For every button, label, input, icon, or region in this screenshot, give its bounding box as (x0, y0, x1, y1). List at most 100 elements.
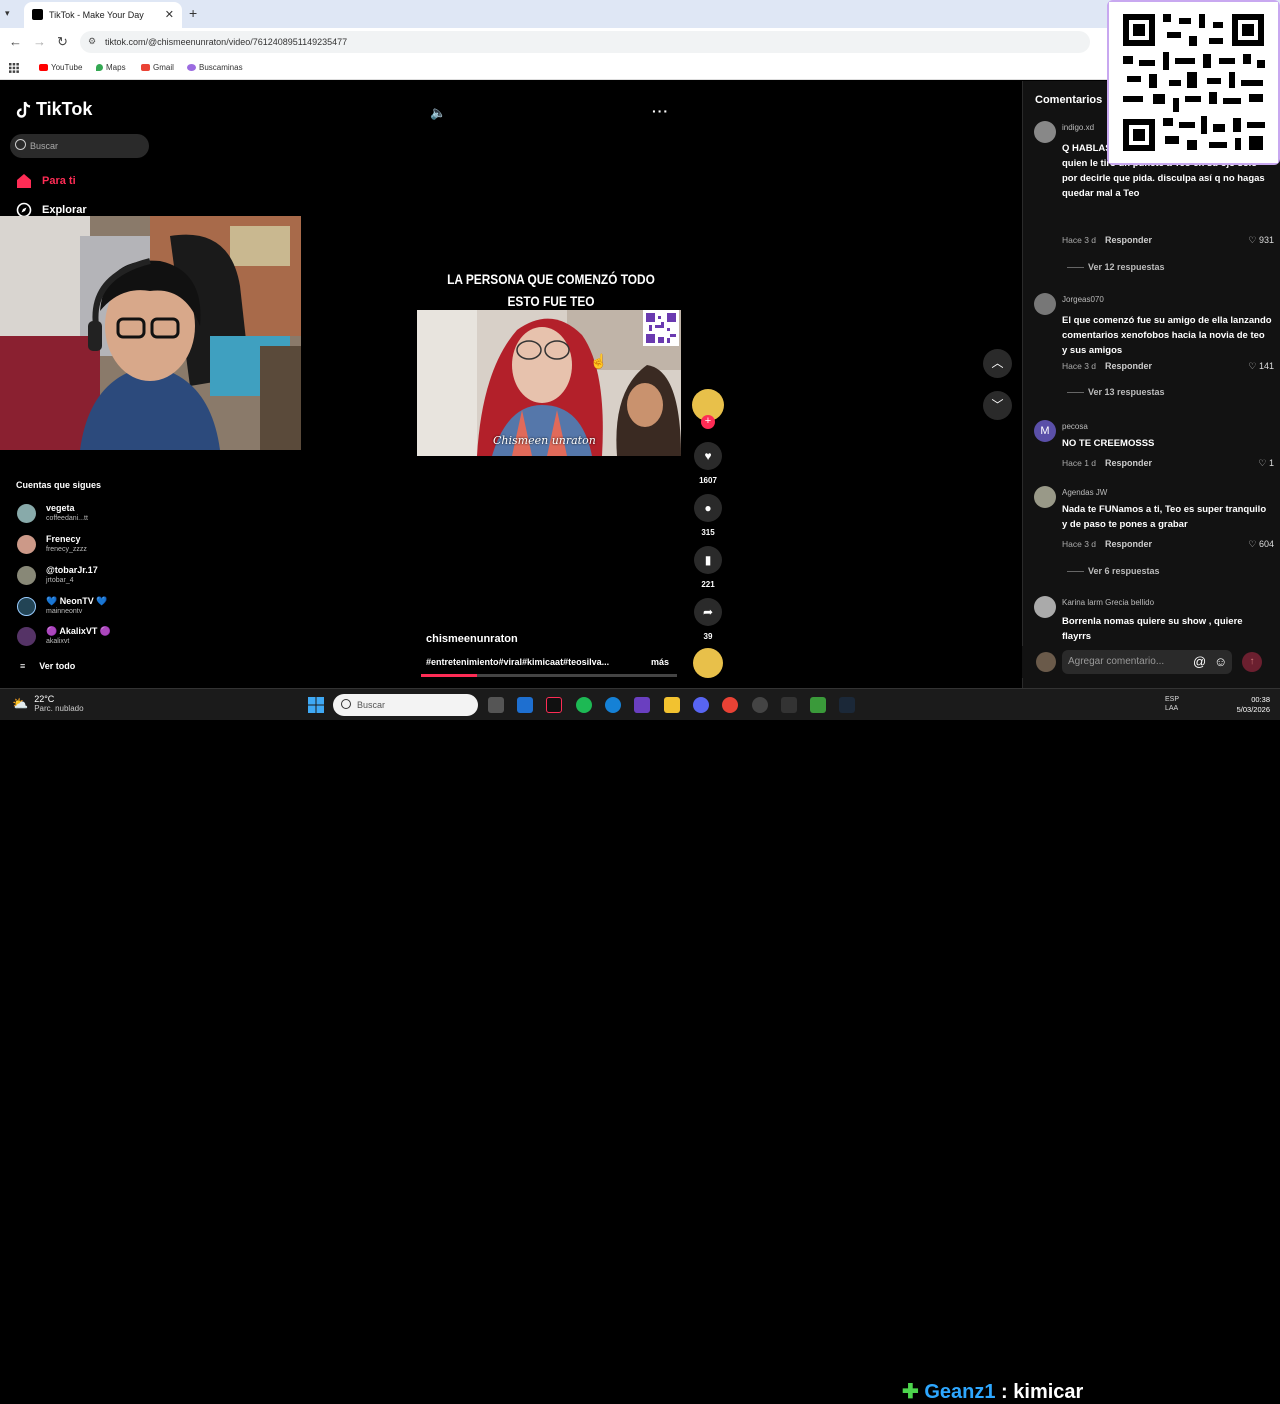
heart-icon[interactable]: ♥ (694, 442, 722, 470)
reply-button[interactable]: Responder (1105, 458, 1152, 468)
music-disc-icon[interactable] (693, 648, 723, 678)
store-icon[interactable] (634, 697, 650, 713)
edge-icon[interactable] (605, 697, 621, 713)
forward-icon[interactable]: → (33, 34, 46, 49)
followed-account[interactable]: @tobarJr.17 jrtobar_4 (17, 565, 98, 585)
next-video-button[interactable]: ﹀ (983, 391, 1012, 420)
steam-icon[interactable] (839, 697, 855, 713)
site-info-icon[interactable]: ⚙ (88, 36, 96, 47)
app-icon[interactable] (781, 697, 797, 713)
comment-user[interactable]: Agendas JW (1062, 488, 1107, 497)
view-replies-link[interactable]: Ver 12 respuestas (1067, 262, 1165, 272)
comment-text: El que comenzó fue su amigo de ella lanz… (1062, 315, 1272, 356)
reply-button[interactable]: Responder (1105, 235, 1152, 245)
url-text[interactable]: tiktok.com/@chismeenunraton/video/761240… (105, 37, 347, 47)
followed-account[interactable]: Frenecy frenecy_zzzz (17, 534, 87, 554)
avatar (17, 626, 36, 646)
video-progress-bar[interactable] (421, 674, 677, 677)
youtube-icon (39, 64, 48, 71)
weather-widget[interactable]: ⛅ 22°C Parc. nublado (12, 694, 84, 714)
mouse-cursor-icon: ☝ (590, 353, 608, 369)
comment-input[interactable]: Agregar comentario... @ ☺ (1062, 650, 1232, 674)
account-handle: coffeedani...tt (46, 515, 88, 522)
volume-icon[interactable]: 🔈 (430, 105, 446, 121)
more-link[interactable]: más (651, 657, 669, 667)
comment-likes[interactable]: ♡ 931 (1248, 235, 1274, 246)
apps-grid-icon[interactable] (9, 63, 19, 73)
bookmark-icon[interactable]: ▮ (694, 546, 722, 574)
bookmark-maps[interactable]: Maps (96, 63, 126, 72)
bookmark-youtube[interactable]: YouTube (39, 63, 82, 72)
see-all-link[interactable]: ≡ Ver todo (20, 661, 75, 671)
comment-user[interactable]: indigo.xd (1062, 123, 1094, 132)
bookmark-gmail[interactable]: Gmail (141, 63, 174, 72)
view-replies-link[interactable]: Ver 6 respuestas (1067, 566, 1160, 576)
tiktok-logo[interactable]: TikTok (16, 99, 92, 120)
following-title: Cuentas que sigues (16, 480, 102, 490)
see-all-label: Ver todo (39, 661, 76, 671)
like-action[interactable]: ♥ 1607 (693, 442, 723, 485)
comment-item: Karina larm Grecia bellido Borrenla noma… (1034, 596, 1274, 641)
tab-list-icon[interactable]: ▾ (5, 8, 10, 19)
avatar (17, 596, 36, 616)
avatar[interactable] (1034, 121, 1056, 143)
qr-code-overlay (1107, 0, 1280, 165)
minecraft-icon[interactable] (810, 697, 826, 713)
avatar[interactable] (1034, 486, 1056, 508)
followed-account[interactable]: 💙 NeonTV 💙 mainneontv (17, 596, 107, 616)
save-action[interactable]: ▮ 221 (693, 546, 723, 589)
comment-likes[interactable]: ♡ 604 (1248, 539, 1274, 550)
reload-icon[interactable]: ↻ (57, 34, 68, 50)
share-icon[interactable]: ➦ (694, 598, 722, 626)
previous-video-button[interactable]: ︿ (983, 349, 1012, 378)
comment-user[interactable]: pecosa (1062, 422, 1088, 431)
browser-tab[interactable]: TikTok - Make Your Day ✕ (24, 2, 182, 28)
windows-start-icon[interactable] (308, 697, 324, 713)
follow-plus-icon[interactable]: + (701, 415, 715, 429)
mention-icon[interactable]: @ (1193, 654, 1206, 669)
task-view-icon[interactable] (488, 697, 504, 713)
spotify-icon[interactable] (576, 697, 592, 713)
bookmark-buscaminas[interactable]: Buscaminas (187, 63, 243, 72)
comment-icon[interactable]: ● (694, 494, 722, 522)
more-options-icon[interactable]: ··· (652, 103, 669, 119)
tab-title: TikTok - Make Your Day (49, 10, 144, 20)
progress-fill (421, 674, 478, 677)
followed-account[interactable]: 🟣 AkalixVT 🟣 akalixvt (17, 626, 111, 646)
outlook-icon[interactable] (517, 697, 533, 713)
reply-button[interactable]: Responder (1105, 539, 1152, 549)
comment-user[interactable]: Karina larm Grecia bellido (1062, 598, 1154, 607)
new-tab-button[interactable]: + (189, 5, 197, 21)
reply-button[interactable]: Responder (1105, 361, 1152, 371)
emoji-icon[interactable]: ☺ (1214, 654, 1227, 669)
view-replies-link[interactable]: Ver 13 respuestas (1067, 387, 1165, 397)
video-hashtags[interactable]: #entretenimiento#viral#kimicaat#teosilva… (426, 657, 609, 667)
avatar (17, 503, 36, 523)
file-explorer-icon[interactable] (664, 697, 680, 713)
avatar[interactable] (1034, 293, 1056, 315)
chrome-icon[interactable] (722, 697, 738, 713)
comment-user[interactable]: Jorgeas070 (1062, 295, 1104, 304)
share-action[interactable]: ➦ 39 (693, 598, 723, 641)
avatar[interactable]: M (1034, 420, 1056, 442)
followed-account[interactable]: vegeta coffeedani...tt (17, 503, 88, 523)
tiktok-app-icon[interactable] (546, 697, 562, 713)
address-bar[interactable]: ⚙ tiktok.com/@chismeenunraton/video/7612… (80, 31, 1090, 53)
webcam-image (0, 216, 301, 450)
back-icon[interactable]: ← (9, 34, 22, 49)
video-author[interactable]: chismeenunraton (426, 633, 518, 645)
obs-icon[interactable] (752, 697, 768, 713)
comment-likes[interactable]: ♡ 1 (1258, 458, 1274, 469)
discord-icon[interactable] (693, 697, 709, 713)
tab-close-icon[interactable]: ✕ (165, 8, 174, 21)
search-input[interactable]: Buscar (10, 134, 149, 158)
comment-action[interactable]: ● 315 (693, 494, 723, 537)
taskbar-search[interactable]: Buscar (333, 694, 478, 716)
language-indicator[interactable]: ESP LAA (1165, 695, 1179, 713)
nav-for-you[interactable]: Para ti (16, 173, 76, 189)
bookmark-label: Maps (106, 63, 126, 72)
send-icon[interactable]: ↑ (1242, 652, 1262, 672)
avatar[interactable] (1034, 596, 1056, 618)
comment-likes[interactable]: ♡ 141 (1248, 361, 1274, 372)
system-clock[interactable]: 00:38 5/03/2026 (1220, 695, 1270, 715)
